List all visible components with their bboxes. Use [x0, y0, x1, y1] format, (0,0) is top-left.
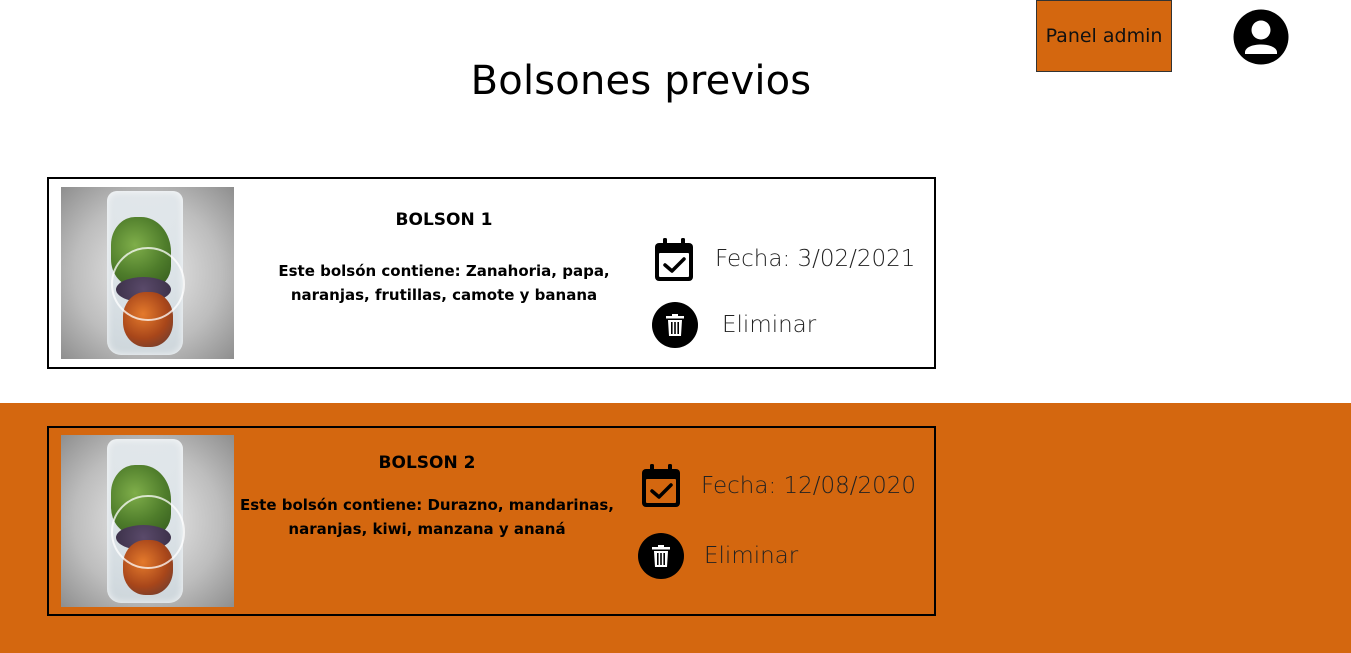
page: Panel admin Bolsones previos BOLSON 1 Es… — [0, 0, 1351, 653]
trash-icon — [652, 545, 670, 567]
bolson-image — [61, 187, 234, 359]
calendar-check-icon — [655, 238, 693, 281]
bolson-image — [61, 435, 234, 607]
delete-label[interactable]: Eliminar — [722, 312, 816, 338]
bolson-date: Fecha: 3/02/2021 — [715, 246, 916, 272]
user-avatar-icon[interactable] — [1233, 9, 1289, 65]
bolson-card-2: BOLSON 2 Este bolsón contiene: Durazno, … — [47, 426, 936, 616]
page-title: Bolsones previos — [470, 58, 812, 104]
bolson-title: BOLSON 1 — [395, 210, 493, 230]
bolson-description: Este bolsón contiene: Durazno, mandarina… — [239, 496, 615, 538]
bolson-card-1: BOLSON 1 Este bolsón contiene: Zanahoria… — [47, 177, 936, 369]
delete-button[interactable] — [638, 533, 684, 579]
calendar-check-icon — [642, 464, 680, 507]
trash-icon — [666, 314, 684, 336]
bolson-title: BOLSON 2 — [378, 453, 476, 473]
bolson-date: Fecha: 12/08/2020 — [701, 473, 917, 499]
bolson-description: Este bolsón contiene: Zanahoria, papa, n… — [278, 262, 610, 304]
delete-button[interactable] — [652, 302, 698, 348]
delete-label[interactable]: Eliminar — [704, 543, 798, 569]
